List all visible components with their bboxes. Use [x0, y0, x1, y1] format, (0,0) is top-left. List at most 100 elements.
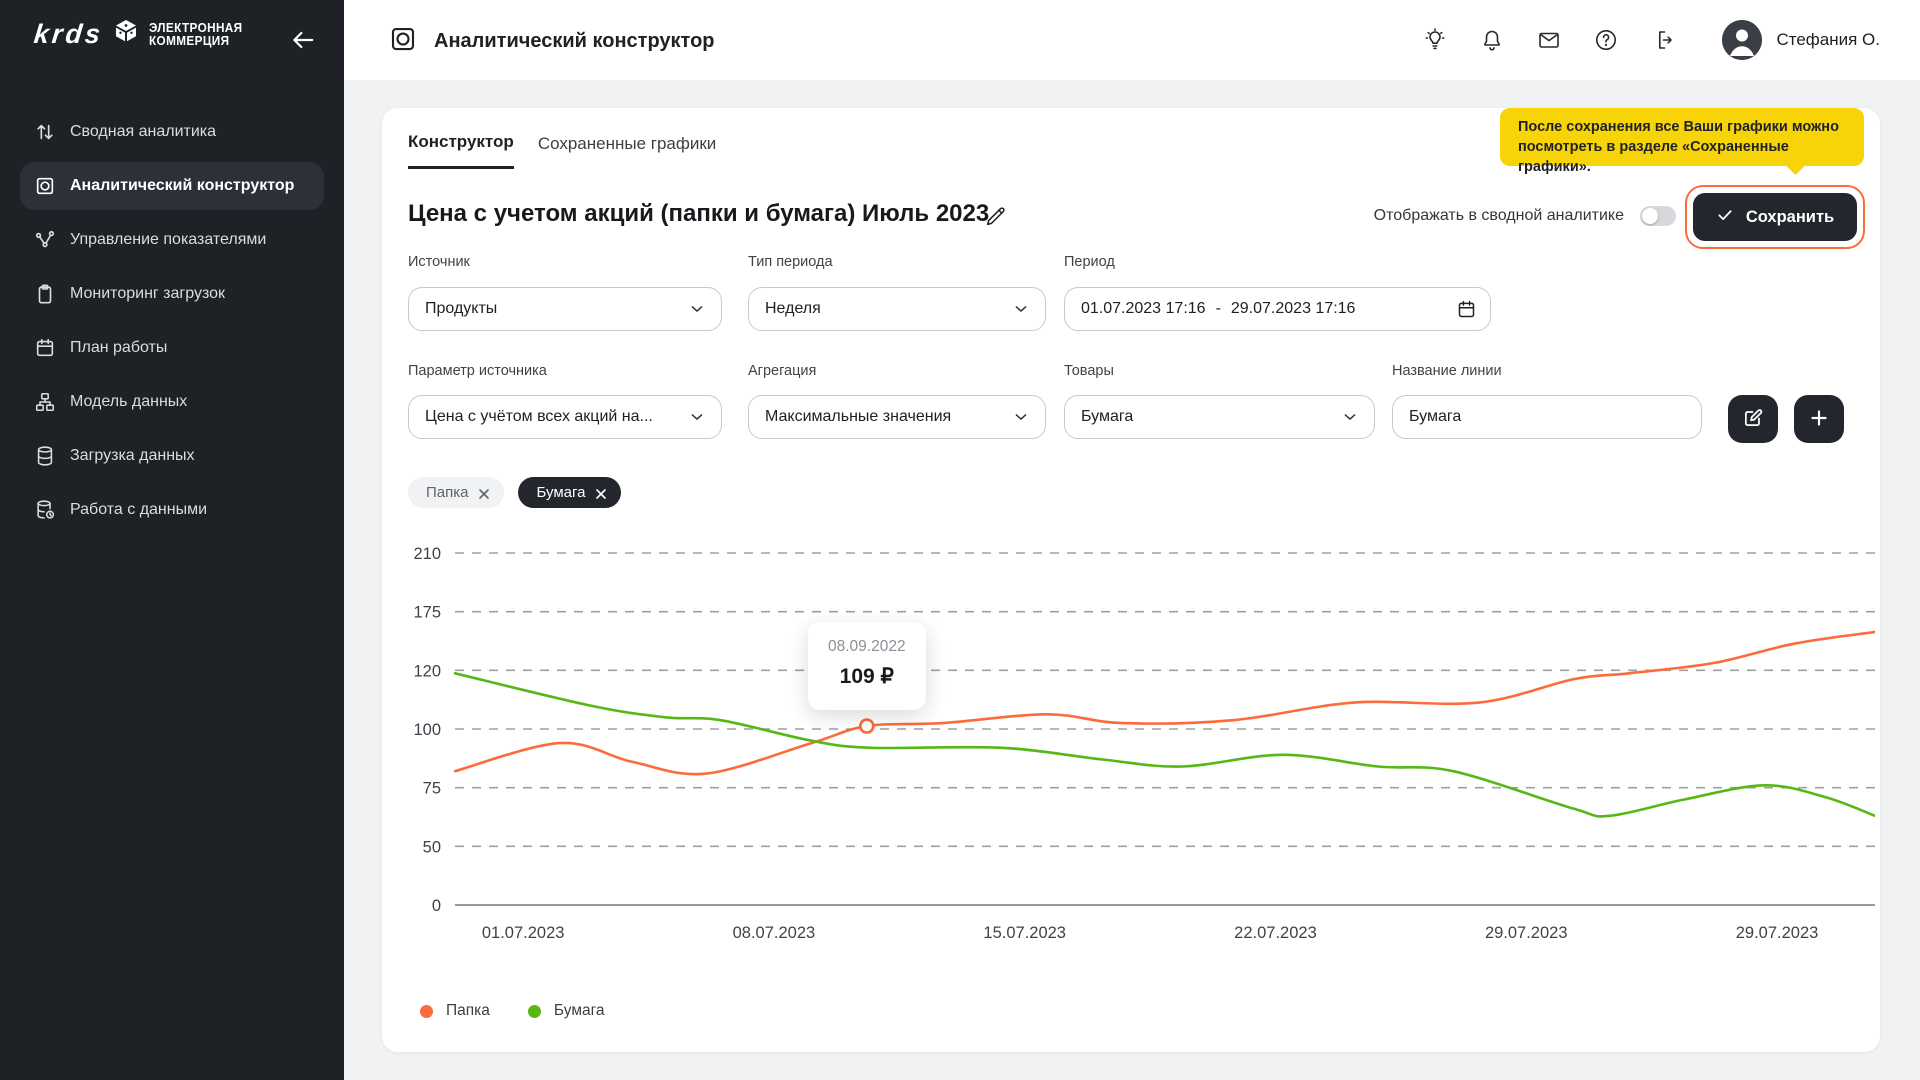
svg-text:75: 75	[423, 780, 441, 798]
legend-dot-green	[528, 1005, 541, 1018]
source-param-select[interactable]: Цена с учётом всех акций на...	[408, 395, 722, 439]
mail-icon[interactable]	[1537, 28, 1561, 52]
chevron-down-icon	[1340, 407, 1360, 427]
sidebar-item-metrics-management[interactable]: Управление показателями	[20, 216, 324, 264]
products-label: Товары	[1064, 363, 1114, 379]
sidebar-collapse-button[interactable]	[288, 26, 318, 56]
help-icon[interactable]	[1594, 28, 1618, 52]
idea-bulb-icon[interactable]	[1423, 28, 1447, 52]
remove-tag-icon[interactable]	[478, 487, 490, 499]
svg-text:01.07.2023: 01.07.2023	[482, 924, 565, 942]
calendar-icon[interactable]	[1456, 299, 1476, 319]
tag-label: Бумага	[536, 484, 585, 501]
sidebar-item-label: Мониторинг загрузок	[70, 285, 225, 303]
remove-tag-icon[interactable]	[595, 487, 607, 499]
sidebar-item-label: Сводная аналитика	[70, 123, 216, 141]
sidebar-item-summary-analytics[interactable]: Сводная аналитика	[20, 108, 324, 156]
toggle-knob	[1642, 208, 1658, 224]
sidebar-item-label: Работа с данными	[70, 501, 207, 519]
tabs: Конструктор Сохраненные графики	[408, 132, 716, 169]
edit-title-pencil-icon[interactable]	[982, 204, 1008, 230]
summary-toggle-label: Отображать в сводной аналитике	[1374, 207, 1624, 225]
save-button-label: Сохранить	[1746, 208, 1834, 227]
topbar-actions: Стефания О.	[1423, 0, 1880, 80]
tag-bumaga[interactable]: Бумага	[518, 477, 621, 508]
sidebar-item-analytic-constructor[interactable]: Аналитический конструктор	[20, 162, 324, 210]
logo-caption: ЭЛЕКТРОННАЯ КОММЕРЦИЯ	[149, 22, 243, 48]
chart-point-marker[interactable]	[860, 720, 873, 733]
arrows-up-down-icon	[34, 121, 56, 143]
legend-item-bumaga[interactable]: Бумага	[528, 1002, 605, 1020]
chart-legend: Папка Бумага	[420, 1002, 605, 1020]
save-button[interactable]: Сохранить	[1693, 193, 1857, 241]
sidebar-item-data-model[interactable]: Модель данных	[20, 378, 324, 426]
svg-text:50: 50	[423, 838, 441, 856]
source-value: Продукты	[425, 300, 687, 318]
edit-line-button[interactable]	[1728, 395, 1778, 443]
save-hint-callout: После сохранения все Ваши графики можно …	[1500, 108, 1864, 166]
sidebar-item-label: Управление показателями	[70, 231, 266, 249]
edit-pencil-square-icon	[1742, 407, 1764, 432]
bell-icon[interactable]	[1480, 28, 1504, 52]
period-type-select[interactable]: Неделя	[748, 287, 1046, 331]
arrow-left-icon	[290, 41, 316, 56]
sidebar-menu: Сводная аналитика Аналитический конструк…	[20, 108, 324, 540]
period-from-value: 01.07.2023 17:16	[1081, 300, 1206, 318]
plus-icon	[1807, 406, 1831, 433]
sidebar-item-label: План работы	[70, 339, 167, 357]
period-range-input[interactable]: 01.07.2023 17:16 - 29.07.2023 17:16	[1064, 287, 1491, 331]
logo-krds-text: krds	[32, 19, 104, 50]
line-chart: 2101751201007550001.07.202308.07.202315.…	[405, 545, 1875, 955]
constructor-card: Конструктор Сохраненные графики Цена с у…	[382, 108, 1880, 1052]
line-name-field[interactable]	[1392, 395, 1702, 439]
database-gear-icon	[34, 499, 56, 521]
callout-line1: После сохранения все Ваши графики можно	[1518, 117, 1846, 137]
calendar-icon	[34, 337, 56, 359]
main-content: Конструктор Сохраненные графики Цена с у…	[344, 80, 1920, 1080]
aggregation-select[interactable]: Максимальные значения	[748, 395, 1046, 439]
tab-constructor[interactable]: Конструктор	[408, 132, 514, 169]
products-value: Бумага	[1081, 408, 1340, 426]
logo: krds ЭЛЕКТРОННАЯ КОММЕРЦИЯ	[34, 18, 249, 51]
svg-text:08.07.2023: 08.07.2023	[733, 924, 816, 942]
svg-text:29.07.2023: 29.07.2023	[1485, 924, 1568, 942]
svg-text:0: 0	[432, 897, 441, 915]
logout-icon[interactable]	[1651, 28, 1675, 52]
user-name: Стефания О.	[1776, 30, 1880, 50]
chevron-down-icon	[687, 299, 707, 319]
chart-tooltip: 08.09.2022 109 ₽	[808, 622, 926, 710]
sidebar-item-data-work[interactable]: Работа с данными	[20, 486, 324, 534]
tag-label: Папка	[426, 484, 468, 501]
period-type-value: Неделя	[765, 300, 1011, 318]
line-tags: Папка Бумага	[408, 477, 621, 508]
sidebar-item-work-plan[interactable]: План работы	[20, 324, 324, 372]
legend-item-papka[interactable]: Папка	[420, 1002, 490, 1020]
user-menu[interactable]: Стефания О.	[1722, 20, 1880, 60]
frame-circle-icon	[388, 24, 418, 59]
source-param-label: Параметр источника	[408, 363, 547, 379]
sidebar-item-label: Модель данных	[70, 393, 187, 411]
tag-papka[interactable]: Папка	[408, 477, 504, 508]
tooltip-value: 109 ₽	[808, 664, 926, 689]
chevron-down-icon	[1011, 407, 1031, 427]
chevron-down-icon	[687, 407, 707, 427]
aggregation-value: Максимальные значения	[765, 408, 1011, 426]
products-select[interactable]: Бумага	[1064, 395, 1375, 439]
line-name-input[interactable]	[1409, 408, 1687, 426]
legend-dot-orange	[420, 1005, 433, 1018]
summary-analytics-toggle[interactable]	[1640, 206, 1676, 226]
source-select[interactable]: Продукты	[408, 287, 722, 331]
avatar	[1722, 20, 1762, 60]
sidebar-item-data-loading[interactable]: Загрузка данных	[20, 432, 324, 480]
period-label: Период	[1064, 254, 1115, 270]
sidebar-item-label: Загрузка данных	[70, 447, 195, 465]
page-title-block: Аналитический конструктор	[388, 24, 715, 59]
sidebar-item-load-monitoring[interactable]: Мониторинг загрузок	[20, 270, 324, 318]
line-name-label: Название линии	[1392, 363, 1502, 379]
chart-canvas: 2101751201007550001.07.202308.07.202315.…	[405, 545, 1875, 955]
tab-saved-charts[interactable]: Сохраненные графики	[538, 132, 717, 169]
check-icon	[1716, 206, 1734, 229]
add-line-button[interactable]	[1794, 395, 1844, 443]
summary-toggle-row: Отображать в сводной аналитике	[1110, 206, 1676, 226]
legend-label: Бумага	[554, 1002, 605, 1020]
